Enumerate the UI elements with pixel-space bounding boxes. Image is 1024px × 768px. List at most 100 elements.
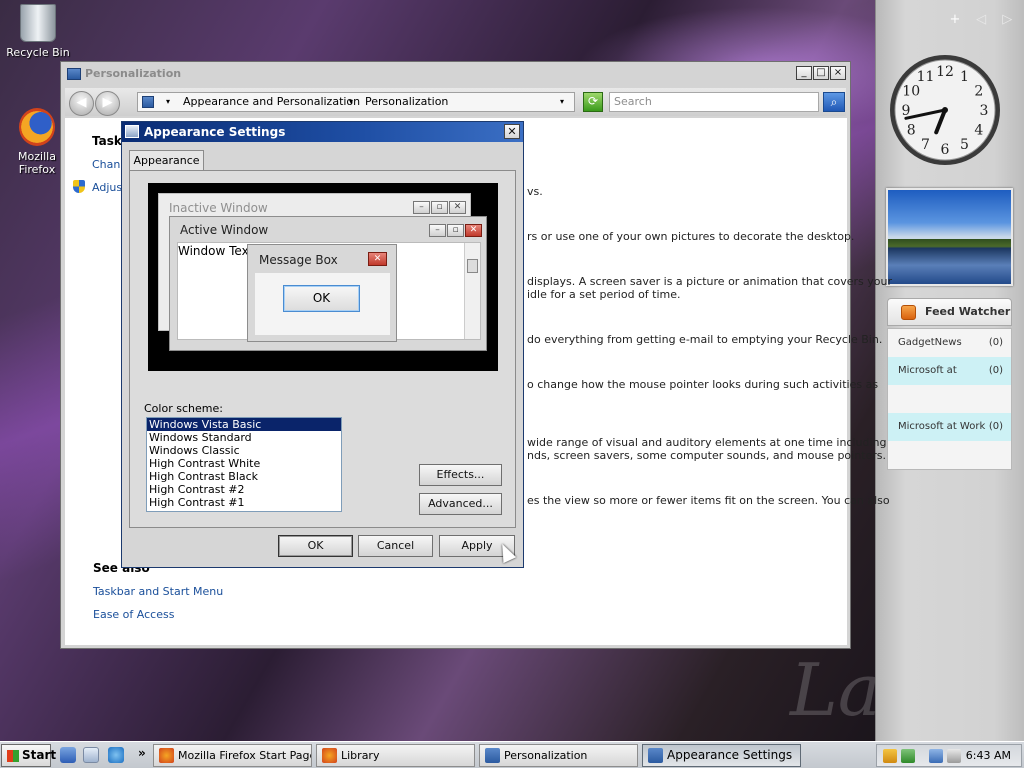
color-scheme-list[interactable]: Windows Vista Basic Windows Standard Win… <box>146 417 342 512</box>
network-icon[interactable] <box>929 749 943 763</box>
internet-explorer-icon[interactable] <box>108 747 124 763</box>
preview-ok-button: OK <box>283 285 360 312</box>
taskbar-clock[interactable]: 6:43 AM <box>966 749 1011 762</box>
breadcrumb-appearance[interactable]: Appearance and Personalization <box>183 93 360 111</box>
see-also-ease-of-access-link[interactable]: Ease of Access <box>93 608 174 621</box>
clock-number: 7 <box>921 137 930 153</box>
display-icon <box>648 748 663 763</box>
taskbar-button-library[interactable]: Library <box>316 744 475 767</box>
clock-number: 11 <box>917 69 935 85</box>
control-panel-icon <box>485 748 500 763</box>
add-gadget-button[interactable]: + <box>944 12 966 27</box>
back-button[interactable]: ◀ <box>69 91 94 116</box>
minimize-icon: – <box>429 224 446 237</box>
appearance-settings-dialog: Appearance Settings ✕ Appearance Inactiv… <box>121 121 524 568</box>
start-button[interactable]: Start <box>1 744 56 767</box>
close-icon: ✕ <box>465 224 482 237</box>
refresh-button[interactable]: ⟳ <box>583 92 603 112</box>
taskbar: Start » Mozilla Firefox Start Page ... L… <box>0 741 1024 768</box>
next-gadget-button[interactable]: ▷ <box>996 12 1018 27</box>
feed-watcher-title: Feed Watcher <box>925 305 1011 318</box>
forward-button[interactable]: ▶ <box>95 91 120 116</box>
feed-name: GadgetNews <box>898 337 962 348</box>
display-icon <box>125 125 139 138</box>
description-text: displays. A screen saver is a picture or… <box>527 275 892 288</box>
advanced-button[interactable]: Advanced... <box>419 493 502 515</box>
window-title: Personalization <box>67 64 181 84</box>
clock-number: 8 <box>907 123 916 139</box>
switch-windows-icon[interactable] <box>83 747 99 763</box>
search-button[interactable]: ⌕ <box>823 92 845 112</box>
previous-gadget-button[interactable]: ◁ <box>970 12 992 27</box>
color-scheme-option[interactable]: Windows Standard <box>147 431 341 444</box>
feed-count: (0) <box>988 365 1003 376</box>
feed-name: Microsoft at <box>898 365 957 376</box>
preview-message-body: OK <box>255 273 390 335</box>
description-text: es the view so more or fewer items fit o… <box>527 494 890 507</box>
breadcrumb-personalization[interactable]: Personalization <box>365 93 448 111</box>
firefox-icon <box>19 108 55 146</box>
windows-logo-icon <box>7 750 19 762</box>
preview-scrollbar <box>464 243 480 339</box>
color-scheme-option[interactable]: Windows Vista Basic <box>147 418 341 431</box>
address-dropdown-icon[interactable]: ▾ <box>560 93 564 111</box>
breadcrumb-separator-icon[interactable]: ▾ <box>349 93 353 111</box>
taskbar-button-appearance-settings[interactable]: Appearance Settings <box>642 744 801 767</box>
feed-row[interactable]: GadgetNews (0) <box>888 329 1011 357</box>
dialog-title: Appearance Settings <box>144 125 286 139</box>
tab-appearance[interactable]: Appearance <box>129 150 204 171</box>
quick-launch-more-icon[interactable]: » <box>138 746 146 760</box>
address-bar[interactable]: ▾ Appearance and Personalization ▾ Perso… <box>137 92 575 112</box>
color-scheme-option[interactable]: Windows Classic <box>147 444 341 457</box>
clock-number: 1 <box>960 69 969 85</box>
firefox-icon <box>322 748 337 763</box>
color-scheme-option[interactable]: High Contrast White <box>147 457 341 470</box>
tasks-heading: Task <box>92 134 122 148</box>
taskbar-button-label: Mozilla Firefox Start Page ... <box>178 749 311 762</box>
color-scheme-option[interactable]: High Contrast #1 <box>147 496 341 509</box>
preview-inactive-buttons: – ▫ ✕ <box>412 199 466 214</box>
feed-count: (0) <box>988 421 1003 432</box>
preview-inactive-title: Inactive Window <box>169 201 268 215</box>
color-scheme-option[interactable]: High Contrast Black <box>147 470 341 483</box>
sidebar-controls: + ◁ ▷ <box>944 12 1018 27</box>
preview-active-buttons: – ▫ ✕ <box>428 222 482 237</box>
slideshow-gadget[interactable] <box>886 188 1013 286</box>
cancel-button[interactable]: Cancel <box>358 535 433 557</box>
description-text: rs or use one of your own pictures to de… <box>527 230 855 243</box>
recycle-bin-icon <box>20 4 56 42</box>
clock-number: 12 <box>936 64 954 80</box>
minimize-button[interactable]: _ <box>796 66 812 80</box>
preview-scroll-thumb <box>467 259 478 273</box>
show-desktop-icon[interactable] <box>60 747 76 763</box>
window-title-text: Personalization <box>85 67 182 80</box>
security-shield-icon[interactable] <box>883 749 897 763</box>
taskbar-button-personalization[interactable]: Personalization <box>479 744 638 767</box>
effects-button[interactable]: Effects... <box>419 464 502 486</box>
description-text: idle for a set period of time. <box>527 288 681 301</box>
volume-muted-icon[interactable] <box>947 749 961 763</box>
feed-watcher-header[interactable]: Feed Watcher <box>887 298 1012 326</box>
color-scheme-option[interactable]: High Contrast #2 <box>147 483 341 496</box>
dialog-title-bar[interactable]: Appearance Settings ✕ <box>122 122 523 142</box>
clock-number: 10 <box>902 84 920 100</box>
feed-row[interactable]: Microsoft at Work (0) <box>888 413 1011 441</box>
firefox-icon <box>159 748 174 763</box>
appearance-tab-panel: Inactive Window – ▫ ✕ Active Window – ▫ ✕ Wi… <box>129 170 516 528</box>
clock-gadget[interactable]: 12 1234567891011 <box>888 48 1002 172</box>
search-input[interactable]: Search <box>609 92 819 112</box>
windows-defender-icon[interactable] <box>901 749 915 763</box>
rss-icon <box>901 305 916 320</box>
close-icon[interactable]: ✕ <box>504 124 520 139</box>
feed-row[interactable]: Microsoft at (0) <box>888 357 1011 385</box>
maximize-icon: ▫ <box>447 224 464 237</box>
close-button[interactable]: × <box>830 66 846 80</box>
chevron-down-icon[interactable]: ▾ <box>166 93 170 111</box>
ok-button[interactable]: OK <box>278 535 353 557</box>
feed-row <box>888 385 1011 413</box>
desktop-icon-recycle-bin[interactable]: Recycle Bin <box>3 4 73 59</box>
maximize-button[interactable]: □ <box>813 66 829 80</box>
see-also-taskbar-link[interactable]: Taskbar and Start Menu <box>93 585 223 598</box>
taskbar-button-firefox[interactable]: Mozilla Firefox Start Page ... <box>153 744 312 767</box>
description-text: do everything from getting e-mail to emp… <box>527 333 883 346</box>
